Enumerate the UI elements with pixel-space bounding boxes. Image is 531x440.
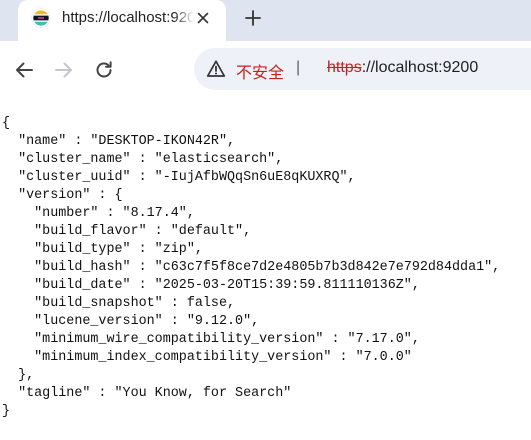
json-line: }, xyxy=(2,368,35,383)
not-secure-label[interactable]: 不安全 xyxy=(236,59,284,83)
json-line: } xyxy=(2,404,11,419)
active-tab[interactable]: https://localhost:9200 xyxy=(18,0,226,41)
json-line: { xyxy=(2,116,11,131)
json-line: "cluster_name" : "elasticsearch", xyxy=(2,152,284,167)
close-icon[interactable] xyxy=(194,9,212,27)
url-text[interactable]: https://localhost:9200 xyxy=(327,59,478,77)
tab-title: https://localhost:9200 xyxy=(62,9,194,26)
json-response: { "name" : "DESKTOP-IKON42R", "cluster_n… xyxy=(2,115,500,421)
json-line: "lucene_version" : "9.12.0", xyxy=(2,314,260,329)
plus-icon[interactable] xyxy=(243,8,263,28)
browser-toolbar: 不安全 | https://localhost:9200 xyxy=(0,41,531,97)
forward-arrow-icon[interactable] xyxy=(53,59,75,81)
json-line: "minimum_wire_compatibility_version" : "… xyxy=(2,332,420,347)
back-arrow-icon[interactable] xyxy=(13,59,35,81)
json-line: "build_flavor" : "default", xyxy=(2,224,252,239)
elasticsearch-logo-icon xyxy=(31,8,51,28)
json-line: "build_snapshot" : false, xyxy=(2,296,236,311)
json-line: "number" : "8.17.4", xyxy=(2,206,195,221)
address-bar[interactable]: 不安全 | https://localhost:9200 xyxy=(194,48,531,90)
url-host: ://localhost:9200 xyxy=(361,59,479,76)
json-line: "version" : { xyxy=(2,188,123,203)
separator: | xyxy=(296,59,301,76)
json-line: "minimum_index_compatibility_version" : … xyxy=(2,350,412,365)
page-content: { "name" : "DESKTOP-IKON42R", "cluster_n… xyxy=(0,97,531,440)
json-line: "tagline" : "You Know, for Search" xyxy=(2,386,292,401)
json-line: "build_date" : "2025-03-20T15:39:59.8111… xyxy=(2,278,420,293)
reload-icon[interactable] xyxy=(93,59,115,81)
json-line: "name" : "DESKTOP-IKON42R", xyxy=(2,134,236,149)
tab-strip: https://localhost:9200 xyxy=(0,0,531,41)
url-scheme: https xyxy=(327,59,362,76)
warning-triangle-icon[interactable] xyxy=(206,59,226,79)
json-line: "build_hash" : "c63c7f5f8ce7d2e4805b7b3d… xyxy=(2,260,501,275)
json-line: "cluster_uuid" : "-IujAfbWQqSn6uE8qKUXRQ… xyxy=(2,170,356,185)
json-line: "build_type" : "zip", xyxy=(2,242,203,257)
